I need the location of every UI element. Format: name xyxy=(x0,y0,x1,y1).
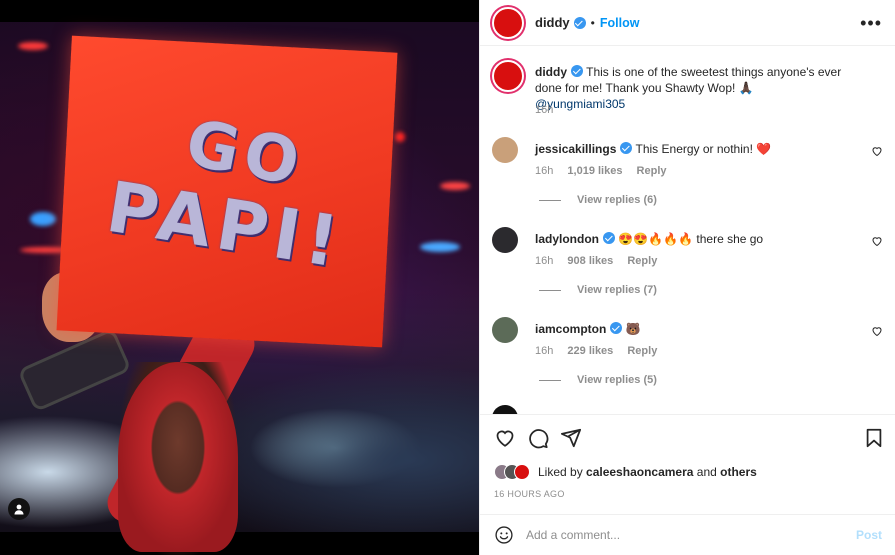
separator: • xyxy=(590,15,595,30)
verified-badge-icon xyxy=(603,232,615,244)
liked-by-user[interactable]: caleeshaoncamera xyxy=(586,465,693,479)
caption-username[interactable]: diddy xyxy=(535,65,567,79)
comment-body: 🐻 xyxy=(625,322,641,336)
comment-time: 16h xyxy=(535,255,554,267)
liked-by-row: Liked by caleeshaoncamera and others xyxy=(494,462,757,482)
concert-photo: GO PAPI! xyxy=(0,22,479,555)
comment-time: 16h xyxy=(535,165,554,177)
stage-light xyxy=(18,42,48,50)
stage-light xyxy=(440,182,470,190)
post-timestamp[interactable]: 16 HOURS AGO xyxy=(494,489,565,499)
avatar[interactable] xyxy=(492,405,518,414)
more-options-icon[interactable]: ••• xyxy=(860,13,882,34)
comment-likes[interactable]: 229 likes xyxy=(567,345,613,357)
comment-body: This Energy or nothin! ❤️ xyxy=(635,142,772,156)
comment-username[interactable]: ladylondon xyxy=(535,232,599,246)
liked-by-prefix: Liked by xyxy=(538,465,587,479)
comment-username[interactable]: iamcompton xyxy=(535,322,606,336)
caption-text: diddy This is one of the sweetest things… xyxy=(535,64,845,112)
post-image[interactable]: GO PAPI! xyxy=(0,0,479,555)
avatar[interactable] xyxy=(492,317,518,343)
view-replies-label: View replies (5) xyxy=(577,374,657,386)
go-papi-sign: GO PAPI! xyxy=(56,35,398,348)
verified-badge-icon xyxy=(571,65,583,77)
like-comment-heart-icon[interactable] xyxy=(871,235,883,247)
avatar[interactable] xyxy=(492,60,524,92)
post-comment-button[interactable]: Post xyxy=(856,528,882,542)
like-heart-icon[interactable] xyxy=(494,427,516,449)
reply-button[interactable]: Reply xyxy=(637,165,667,177)
post-username[interactable]: diddy xyxy=(535,15,570,30)
emoji-icon[interactable] xyxy=(494,525,514,545)
avatar[interactable] xyxy=(492,227,518,253)
view-replies-button[interactable]: View replies (6) xyxy=(539,194,657,206)
replies-divider xyxy=(539,379,561,381)
like-comment-heart-icon[interactable] xyxy=(871,145,883,157)
comment-text: iamcompton 🐻 xyxy=(535,321,845,337)
liked-by-text: Liked by caleeshaoncamera and others xyxy=(538,465,757,479)
comment-meta: 16h 1,019 likes Reply xyxy=(535,165,678,177)
comment-meta: 16h 229 likes Reply xyxy=(535,345,668,357)
avatar[interactable] xyxy=(492,137,518,163)
sign-line-2: PAPI! xyxy=(101,165,350,285)
share-icon[interactable] xyxy=(560,427,582,449)
post-header: diddy • Follow ••• xyxy=(480,0,895,46)
caption-time: 16h xyxy=(535,104,554,116)
stage-light xyxy=(395,132,405,142)
view-replies-label: View replies (6) xyxy=(577,194,657,206)
stage-light xyxy=(30,212,56,226)
verified-badge-icon xyxy=(573,16,586,29)
reply-button[interactable]: Reply xyxy=(627,345,657,357)
comment-text: ladylondon 😍😍🔥🔥🔥 there she go xyxy=(535,231,845,247)
comment-time: 16h xyxy=(535,345,554,357)
liked-by-and: and xyxy=(693,465,721,479)
comment-likes[interactable]: 1,019 likes xyxy=(567,165,622,177)
like-comment-heart-icon[interactable] xyxy=(871,325,883,337)
tagged-users-icon[interactable] xyxy=(8,498,30,520)
caption-meta: 16h xyxy=(535,104,564,116)
replies-divider xyxy=(539,199,561,201)
red-hood xyxy=(118,362,238,552)
add-comment-bar: Post xyxy=(480,514,895,555)
post-actions: Liked by caleeshaoncamera and others 16 … xyxy=(480,414,895,514)
comment-body: 😍😍🔥🔥🔥 there she go xyxy=(618,232,764,246)
instagram-post-view: GO PAPI! diddy • Follow ••• diddy This i… xyxy=(0,0,895,555)
liker-avatar[interactable] xyxy=(514,464,530,480)
replies-divider xyxy=(539,289,561,291)
comment-username[interactable]: jessicakillings xyxy=(535,142,616,156)
follow-button[interactable]: Follow xyxy=(600,16,640,30)
comment-likes[interactable]: 908 likes xyxy=(567,255,613,267)
view-replies-button[interactable]: View replies (5) xyxy=(539,374,657,386)
comment-text: jessicakillings This Energy or nothin! ❤… xyxy=(535,141,845,157)
verified-badge-icon xyxy=(610,322,623,334)
avatar[interactable] xyxy=(492,6,524,39)
comment-meta: 16h 908 likes Reply xyxy=(535,255,668,267)
stage-light xyxy=(420,242,460,252)
comments-list[interactable]: diddy This is one of the sweetest things… xyxy=(480,47,895,414)
view-replies-label: View replies (7) xyxy=(577,284,657,296)
liked-by-others[interactable]: others xyxy=(720,465,757,479)
reply-button[interactable]: Reply xyxy=(627,255,657,267)
post-details-panel: diddy • Follow ••• diddy This is one of … xyxy=(479,0,895,555)
comment-icon[interactable] xyxy=(527,427,549,449)
view-replies-button[interactable]: View replies (7) xyxy=(539,284,657,296)
comment-input[interactable] xyxy=(526,528,856,542)
save-bookmark-icon[interactable] xyxy=(863,427,885,449)
verified-badge-icon xyxy=(620,142,633,154)
